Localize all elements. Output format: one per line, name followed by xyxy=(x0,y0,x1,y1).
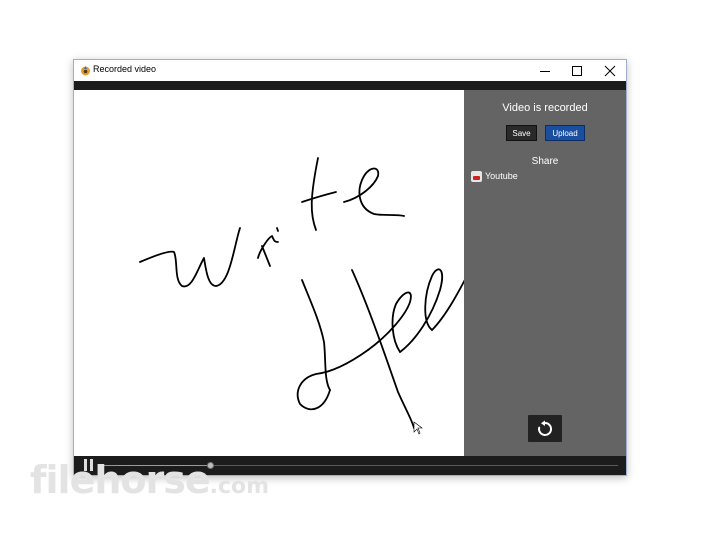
youtube-icon xyxy=(471,170,482,182)
stroke-l-1 xyxy=(367,291,412,353)
title-bar: Recorded video xyxy=(74,60,626,81)
minimize-button[interactable] xyxy=(528,60,561,81)
top-bar xyxy=(74,81,626,90)
stroke-i-dot xyxy=(276,227,279,232)
close-icon xyxy=(604,65,615,76)
mouse-cursor-icon xyxy=(413,421,423,435)
stroke-t-cross xyxy=(301,191,337,203)
drawing-canvas[interactable] xyxy=(74,90,563,456)
watermark-main: filehorse xyxy=(30,458,211,502)
filehorse-watermark: filehorse.com xyxy=(30,461,269,499)
upload-button[interactable]: Upload xyxy=(545,125,585,141)
stroke-t xyxy=(310,157,319,231)
app-icon xyxy=(81,66,90,76)
panel-title: Video is recorded xyxy=(502,102,588,114)
close-button[interactable] xyxy=(593,60,626,81)
stroke-i xyxy=(261,245,271,267)
watermark-suffix: .com xyxy=(209,474,270,499)
maximize-icon xyxy=(571,65,582,76)
share-label: Share xyxy=(531,156,559,167)
save-button[interactable]: Save xyxy=(506,125,537,141)
replay-icon xyxy=(538,420,553,436)
stroke-r xyxy=(257,235,279,259)
stroke-e-loop xyxy=(296,349,369,411)
replay-button[interactable] xyxy=(528,415,562,442)
minimize-icon xyxy=(539,70,550,72)
window-title: Recorded video xyxy=(93,64,157,74)
stroke-e xyxy=(343,167,405,217)
stroke-w xyxy=(139,227,241,288)
maximize-button[interactable] xyxy=(560,60,593,81)
share-youtube-label: Youtube xyxy=(485,171,518,181)
share-panel: Video is recorded Save Upload Share Yout… xyxy=(464,90,626,456)
recorded-video-window: Recorded video Video is recorded Save Up… xyxy=(73,59,627,476)
share-youtube-link[interactable]: Youtube xyxy=(471,170,518,182)
